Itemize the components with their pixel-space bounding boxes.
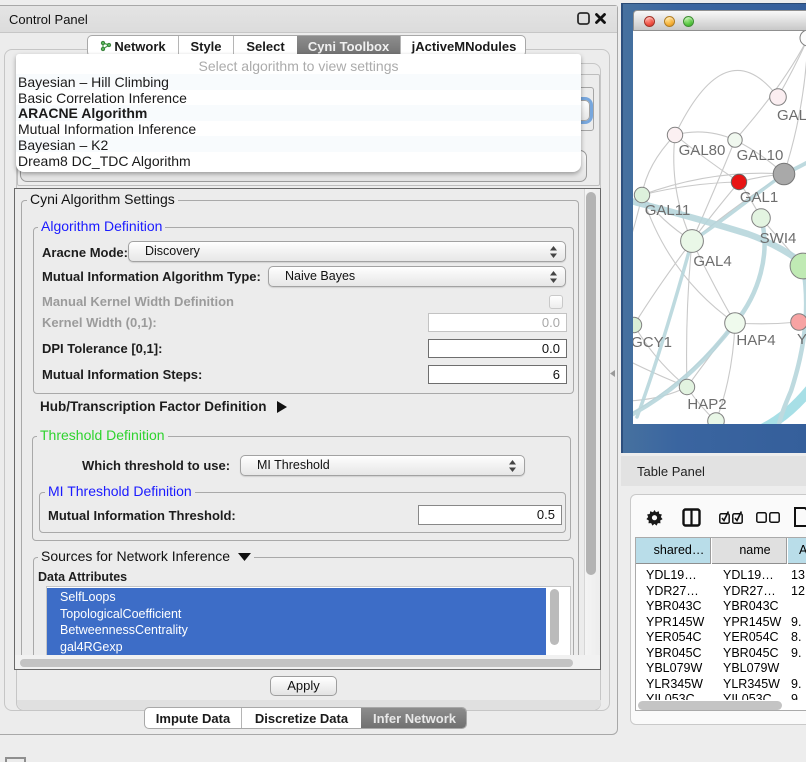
svg-text:Y: Y [797, 331, 806, 348]
svg-text:GAL10: GAL10 [737, 147, 784, 164]
svg-text:SWI4: SWI4 [760, 230, 797, 247]
svg-text:HAP2: HAP2 [687, 396, 726, 413]
svg-text:GCY1: GCY1 [633, 334, 672, 351]
svg-text:HAP4: HAP4 [736, 332, 775, 349]
svg-text:GAL7: GAL7 [777, 107, 806, 124]
svg-text:GAL11: GAL11 [645, 202, 691, 219]
svg-text:GAL1: GAL1 [740, 189, 778, 206]
svg-text:GAL80: GAL80 [679, 142, 726, 159]
svg-text:GAL4: GAL4 [693, 253, 731, 270]
